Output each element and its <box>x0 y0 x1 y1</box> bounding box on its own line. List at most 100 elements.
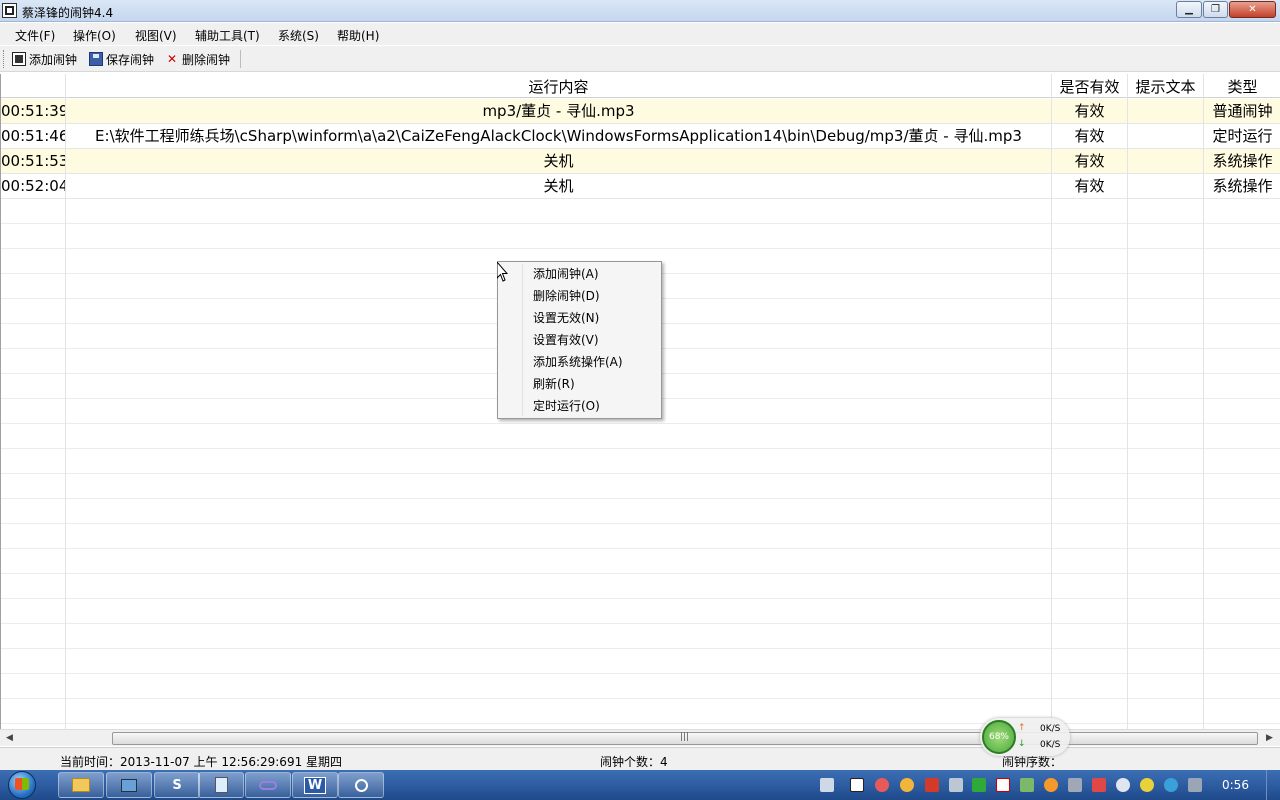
windows-flag-icon <box>15 778 29 790</box>
header-type[interactable]: 类型 <box>1204 74 1280 98</box>
cell-tip <box>1128 124 1203 149</box>
start-button[interactable] <box>4 770 44 800</box>
cell-tip <box>1128 149 1203 174</box>
empty-grid-row <box>1 599 1280 624</box>
network-monitor[interactable]: 68% ↑ 0K/S ↓ 0K/S <box>980 718 1070 756</box>
table-row[interactable]: 00:51:46 E:\软件工程师练兵场\cSharp\winform\a\a2… <box>1 124 1280 149</box>
menu-view[interactable]: 视图(V) <box>135 27 177 44</box>
minimize-button[interactable]: ▁ <box>1176 1 1202 18</box>
network-icon[interactable] <box>1068 778 1082 792</box>
table-row[interactable]: 00:52:04 关机 有效 系统操作 <box>1 174 1280 199</box>
delete-alarm-button[interactable]: ✕ 删除闹钟 <box>165 50 230 68</box>
word-icon: W <box>303 776 327 794</box>
empty-grid-row <box>1 549 1280 574</box>
menu-bar: 文件(F) 操作(O) 视图(V) 辅助工具(T) 系统(S) 帮助(H) <box>0 23 1280 45</box>
battery-icon[interactable] <box>972 778 986 792</box>
cell-tip <box>1128 99 1203 124</box>
save-alarm-label: 保存闹钟 <box>106 52 155 67</box>
minimize-icon: ▁ <box>1185 4 1193 15</box>
taskbar-clock[interactable]: 0:56 <box>1222 778 1249 792</box>
scroll-right-icon[interactable]: ▶ <box>1266 733 1273 743</box>
context-menu: 添加闹钟(A) 删除闹钟(D) 设置无效(N) 设置有效(V) 添加系统操作(A… <box>497 261 662 419</box>
scroll-left-icon[interactable]: ◀ <box>6 733 13 743</box>
wifi-icon[interactable] <box>1188 778 1202 792</box>
taskbar-visualstudio[interactable] <box>245 772 291 798</box>
empty-grid-row <box>1 524 1280 549</box>
umbrella-icon[interactable] <box>1164 778 1178 792</box>
add-alarm-button[interactable]: 添加闹钟 <box>12 50 77 68</box>
status-bar: 当前时间：2013-11-07 上午 12:56:29:691 星期四 闹钟个数… <box>0 747 1280 770</box>
tray-monitor-icon[interactable] <box>1020 778 1034 792</box>
printer-icon[interactable] <box>949 778 963 792</box>
taskbar-computer[interactable] <box>106 772 152 798</box>
cell-type: 系统操作 <box>1212 177 1273 195</box>
cell-valid: 有效 <box>1074 127 1105 145</box>
grid-header: 运行内容 是否有效 提示文本 类型 <box>1 74 1280 98</box>
360-icon[interactable] <box>1140 778 1154 792</box>
menu-system[interactable]: 系统(S) <box>278 27 319 44</box>
security-icon[interactable] <box>1092 778 1106 792</box>
download-arrow-icon: ↓ <box>1018 739 1026 749</box>
show-desktop-button[interactable] <box>1266 770 1280 800</box>
header-content[interactable]: 运行内容 <box>66 74 1051 98</box>
update-icon[interactable] <box>1044 778 1058 792</box>
table-row[interactable]: 00:51:39 mp3/董贞 - 寻仙.mp3 有效 普通闹钟 <box>1 99 1280 124</box>
ctx-add-alarm[interactable]: 添加闹钟(A) <box>500 263 659 285</box>
alarm-count-status: 闹钟个数：4 <box>600 755 668 769</box>
close-button[interactable]: ✕ <box>1229 1 1276 18</box>
empty-grid-row <box>1 674 1280 699</box>
keyboard-icon[interactable] <box>820 778 834 792</box>
ctx-add-system-op[interactable]: 添加系统操作(A) <box>500 351 659 373</box>
qq-icon[interactable] <box>900 778 914 792</box>
menu-file[interactable]: 文件(F) <box>15 27 55 44</box>
menu-operate[interactable]: 操作(O) <box>73 27 116 44</box>
window-title: 蔡泽锋的闹钟4.4 <box>22 6 114 20</box>
taskbar-word[interactable]: W <box>292 772 338 798</box>
empty-grid-row <box>1 624 1280 649</box>
table-row[interactable]: 00:51:53 关机 有效 系统操作 <box>1 149 1280 174</box>
add-alarm-label: 添加闹钟 <box>29 52 78 67</box>
empty-grid-row <box>1 699 1280 724</box>
memory-gauge: 68% <box>982 720 1016 754</box>
maximize-button[interactable]: ❐ <box>1203 1 1228 18</box>
menu-tools[interactable]: 辅助工具(T) <box>195 27 260 44</box>
computer-icon <box>121 778 137 792</box>
infinity-icon <box>259 780 277 790</box>
toolbar-grip[interactable] <box>3 50 6 68</box>
save-alarm-button[interactable]: 保存闹钟 <box>89 50 154 68</box>
taskbar-notepad[interactable] <box>198 772 244 798</box>
ctx-timed-run[interactable]: 定时运行(O) <box>500 395 659 417</box>
cell-time: 00:52:04 <box>1 177 65 195</box>
column-divider <box>65 74 66 730</box>
save-icon <box>89 52 103 66</box>
empty-grid-row <box>1 449 1280 474</box>
cell-time: 00:51:53 <box>1 152 65 170</box>
empty-grid-row <box>1 574 1280 599</box>
cell-valid: 有效 <box>1074 177 1105 195</box>
ctx-set-valid[interactable]: 设置有效(V) <box>500 329 659 351</box>
tray-tool-icon[interactable] <box>925 778 939 792</box>
ctx-refresh[interactable]: 刷新(R) <box>500 373 659 395</box>
taskbar-app-s[interactable]: S <box>154 772 200 798</box>
delete-icon: ✕ <box>166 52 178 66</box>
taskbar-explorer[interactable] <box>58 772 104 798</box>
flag-icon[interactable] <box>996 778 1010 792</box>
ctx-delete-alarm[interactable]: 删除闹钟(D) <box>500 285 659 307</box>
taskbar-search-app[interactable] <box>338 772 384 798</box>
ctx-set-invalid[interactable]: 设置无效(N) <box>500 307 659 329</box>
volume-icon[interactable] <box>1116 778 1130 792</box>
sogou-icon: S <box>172 777 182 793</box>
close-icon: ✕ <box>1248 4 1257 15</box>
notepad-icon <box>214 777 228 793</box>
header-valid[interactable]: 是否有效 <box>1052 74 1127 98</box>
empty-grid-row <box>1 199 1280 224</box>
taskbar: S W 0:56 <box>0 770 1280 800</box>
cell-content: E:\软件工程师练兵场\cSharp\winform\a\a2\CaiZeFen… <box>95 127 1022 145</box>
horizontal-scrollbar[interactable]: ◀ ||| ▶ <box>0 729 1280 746</box>
header-tip[interactable]: 提示文本 <box>1128 74 1203 98</box>
cell-type: 定时运行 <box>1212 127 1273 145</box>
upload-arrow-icon: ↑ <box>1018 723 1026 733</box>
alarm-tray-icon[interactable] <box>850 778 864 792</box>
menu-help[interactable]: 帮助(H) <box>337 27 379 44</box>
tray-app-icon[interactable] <box>875 778 889 792</box>
